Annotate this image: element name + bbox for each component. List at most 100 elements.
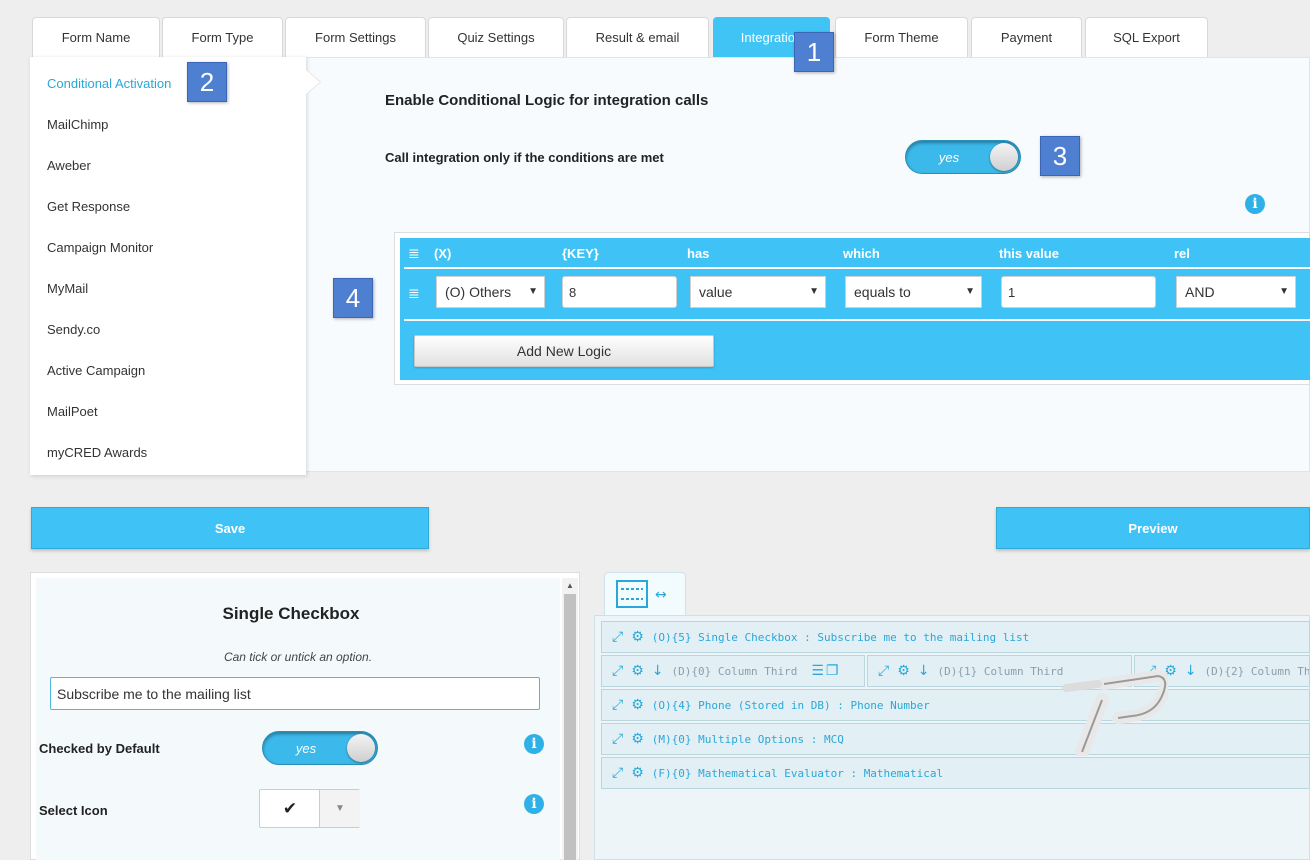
expand-icon[interactable]: ⤢ [612, 765, 623, 781]
expand-icon[interactable]: ⤢ [612, 629, 623, 645]
tab-sql-export[interactable]: SQL Export [1085, 17, 1208, 57]
arrow-down-icon[interactable]: ↓ [652, 663, 664, 679]
has-select[interactable]: value ▼ [690, 276, 826, 308]
tab-label: Form Name [61, 30, 131, 45]
reorder-icon: ≣ [408, 245, 420, 261]
header-x: (X) [434, 246, 452, 261]
element-description: Can tick or untick an option. [223, 650, 373, 664]
builder-row-label: (O){4} Phone (Stored in DB) : Phone Numb… [651, 698, 930, 712]
toggle-value: yes [938, 149, 960, 165]
callout-badge-3: 3 [1040, 136, 1080, 176]
tab-label: Form Type [191, 30, 254, 45]
sidebar-item-active-campaign[interactable]: Active Campaign [47, 363, 145, 378]
tab-label: Result & email [595, 30, 680, 45]
icon-select[interactable]: ✔ ▼ [259, 789, 360, 828]
which-select[interactable]: equals to ▼ [845, 276, 982, 308]
builder-column-label: (D){1} Column Third [937, 664, 1064, 678]
header-key: {KEY} [562, 246, 599, 261]
gear-icon[interactable]: ⚙ [631, 765, 644, 781]
header-rel: rel [1174, 246, 1190, 261]
expand-icon[interactable]: ⤢ [878, 663, 889, 679]
conditions-toggle[interactable]: yes [905, 140, 1021, 174]
list-icon[interactable]: ☰ [811, 663, 824, 679]
callout-badge-4: 4 [333, 278, 373, 318]
tab-result-email[interactable]: Result & email [566, 17, 709, 57]
tab-quiz-settings[interactable]: Quiz Settings [428, 17, 564, 57]
toggle-knob [990, 143, 1018, 171]
builder-column-label: (D){0} Column Third [671, 664, 798, 678]
arrow-down-icon[interactable]: ↓ [918, 663, 930, 679]
checked-default-toggle[interactable]: yes [262, 731, 378, 765]
tab-label: Form Theme [864, 30, 939, 45]
x-select[interactable]: (O) Others ▼ [436, 276, 545, 308]
which-select-value: equals to [854, 284, 911, 300]
settings-scrollbar[interactable]: ▲ [562, 578, 578, 860]
expand-icon[interactable]: ⤢ [612, 663, 623, 679]
sidebar-item-conditional-activation[interactable]: Conditional Activation [47, 76, 171, 91]
checked-default-label: Checked by Default [39, 741, 160, 756]
copy-icon[interactable]: ❐ [826, 663, 839, 679]
chevron-down-icon[interactable]: ▼ [319, 790, 360, 827]
sidebar-item-mycred-awards[interactable]: myCRED Awards [47, 445, 147, 460]
toggle-knob [347, 734, 375, 762]
gear-icon[interactable]: ⚙ [631, 731, 644, 747]
tab-form-theme[interactable]: Form Theme [835, 17, 968, 57]
scrollbar-thumb[interactable] [564, 594, 576, 860]
key-input[interactable]: 8 [562, 276, 677, 308]
chevron-down-icon: ▼ [528, 286, 538, 297]
builder-row[interactable]: ⤢ ⚙ (M){0} Multiple Options : MCQ [601, 723, 1310, 755]
tab-form-settings[interactable]: Form Settings [285, 17, 426, 57]
expand-icon[interactable]: ⤢ [612, 731, 623, 747]
preview-button[interactable]: Preview [996, 507, 1310, 549]
info-icon[interactable]: i [524, 794, 544, 814]
chevron-down-icon: ▼ [809, 286, 819, 297]
gear-icon[interactable]: ⚙ [631, 697, 644, 713]
tab-form-type[interactable]: Form Type [162, 17, 283, 57]
add-new-logic-button[interactable]: Add New Logic [414, 335, 714, 367]
header-has: has [687, 246, 710, 261]
divider [404, 319, 1310, 321]
select-icon-label: Select Icon [39, 803, 108, 818]
sidebar-item-mymail[interactable]: MyMail [47, 281, 88, 296]
builder-row[interactable]: ⤢ ⚙ (O){5} Single Checkbox : Subscribe me … [601, 621, 1310, 653]
section-heading: Enable Conditional Logic for integration… [385, 92, 709, 109]
divider [404, 267, 1310, 269]
checkbox-text-input[interactable]: Subscribe me to the mailing list [50, 677, 540, 710]
sidebar-item-get-response[interactable]: Get Response [47, 199, 130, 214]
watermark-logo-icon [1062, 669, 1168, 756]
rel-select[interactable]: AND ▼ [1176, 276, 1296, 308]
builder-tab[interactable]: ↔ [604, 572, 686, 616]
gear-icon[interactable]: ⚙ [897, 663, 910, 679]
info-icon[interactable]: i [1245, 194, 1265, 214]
tab-payment[interactable]: Payment [971, 17, 1082, 57]
has-select-value: value [699, 284, 733, 300]
builder-row[interactable]: ⤢ ⚙ (O){4} Phone (Stored in DB) : Phone Nu… [601, 689, 1310, 721]
arrow-down-icon[interactable]: ↓ [1185, 663, 1197, 679]
sidebar-item-sendy[interactable]: Sendy.co [47, 322, 100, 337]
builder-row-label: (F){0} Mathematical Evaluator : Mathemat… [651, 766, 944, 780]
sidebar-item-mailchimp[interactable]: MailChimp [47, 117, 108, 132]
info-icon[interactable]: i [524, 734, 544, 754]
header-value: this value [999, 246, 1059, 261]
tab-label: Payment [1000, 30, 1053, 45]
rel-select-value: AND [1185, 284, 1215, 300]
builder-row[interactable]: ⤢ ⚙ (F){0} Mathematical Evaluator : Mathem… [601, 757, 1310, 789]
tab-form-name[interactable]: Form Name [32, 17, 160, 57]
callout-badge-2: 2 [187, 62, 227, 102]
save-button[interactable]: Save [31, 507, 429, 549]
sidebar-item-aweber[interactable]: Aweber [47, 158, 91, 173]
svg-text:↔: ↔ [655, 587, 667, 603]
gear-icon[interactable]: ⚙ [631, 663, 644, 679]
builder-column[interactable]: ⤢ ⚙ ↓ (D){0} Column Third ☰ ❐ [601, 655, 865, 687]
tab-label: Integration [740, 30, 803, 45]
sidebar-item-campaign-monitor[interactable]: Campaign Monitor [47, 240, 153, 255]
integration-sidebar: Conditional Activation MailChimp Aweber … [30, 57, 306, 475]
toggle-value: yes [295, 740, 317, 756]
sidebar-item-mailpoet[interactable]: MailPoet [47, 404, 98, 419]
gear-icon[interactable]: ⚙ [631, 629, 644, 645]
expand-icon[interactable]: ⤢ [612, 697, 623, 713]
header-which: which [843, 246, 880, 261]
scroll-up-icon[interactable]: ▲ [566, 581, 574, 590]
value-input[interactable]: 1 [1001, 276, 1156, 308]
drag-handle-icon[interactable]: ≣ [408, 285, 420, 302]
